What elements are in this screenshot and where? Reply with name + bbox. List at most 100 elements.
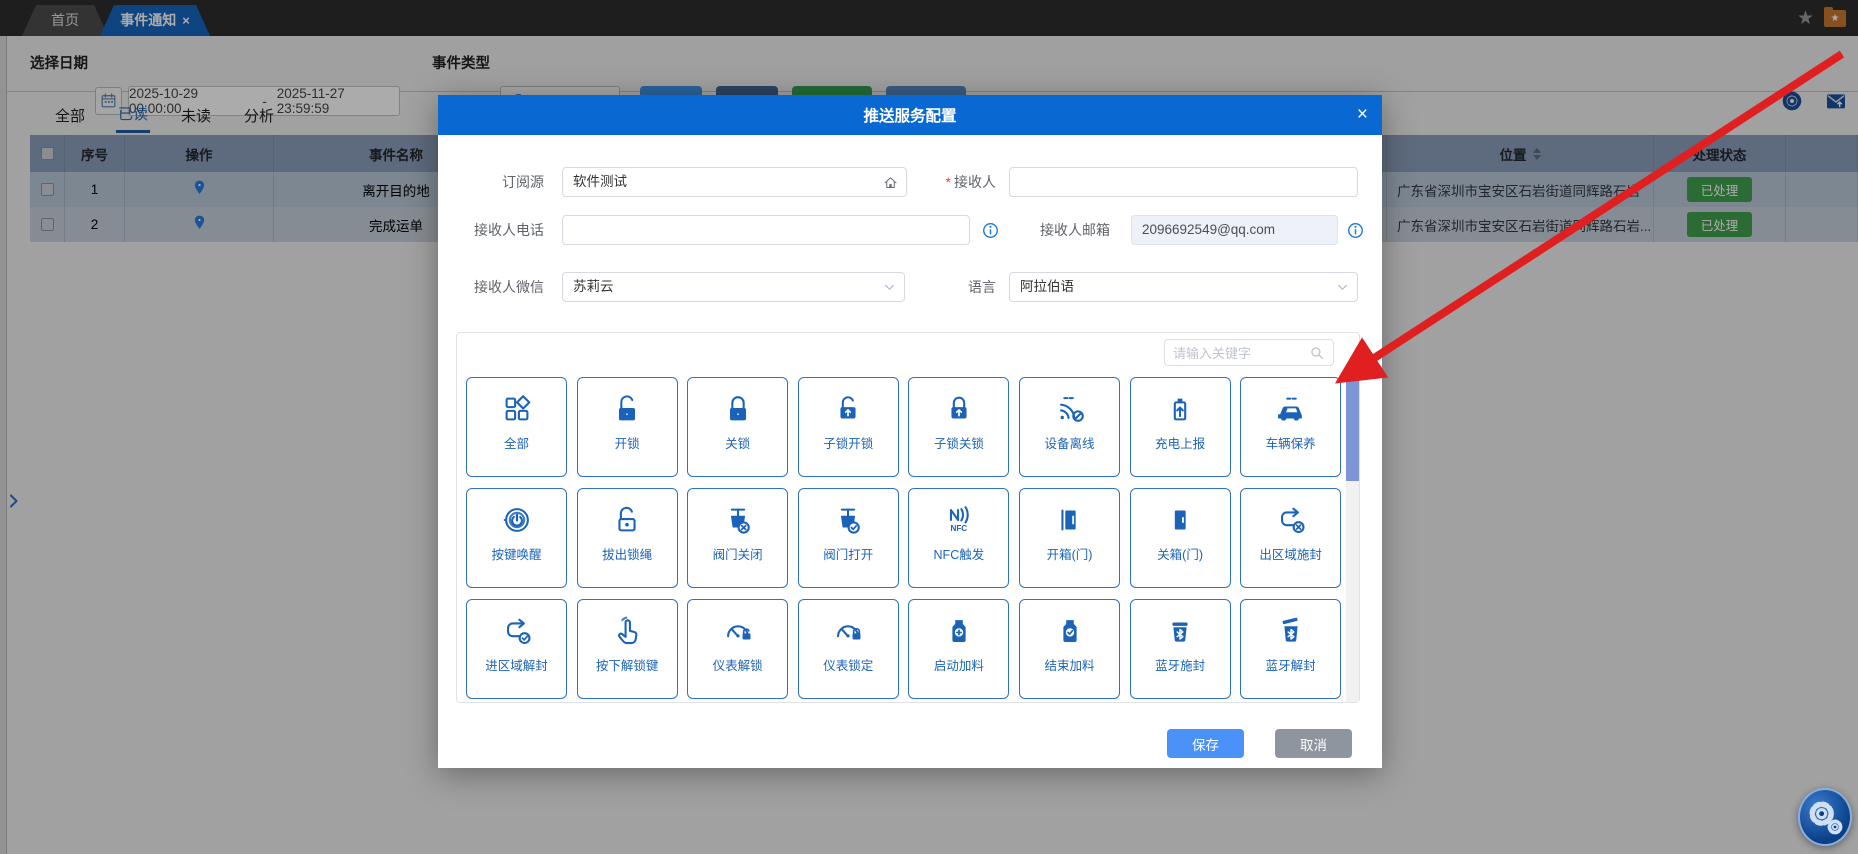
event-type-card[interactable]: 充电上报 xyxy=(1130,377,1231,477)
event-type-card[interactable]: 关箱(门) xyxy=(1130,488,1231,588)
event-type-label: 拔出锁绳 xyxy=(602,544,652,563)
bluetooth-unseal-icon xyxy=(1274,600,1308,648)
sublock-close-icon xyxy=(942,378,976,426)
sublock-open-icon xyxy=(831,378,865,426)
event-type-label: 关锁 xyxy=(725,433,750,452)
floating-settings-button[interactable] xyxy=(1798,788,1852,846)
event-type-label: 开箱(门) xyxy=(1047,544,1093,563)
lock-open-icon xyxy=(610,378,644,426)
bluetooth-seal-icon xyxy=(1163,600,1197,648)
event-type-card[interactable]: 拔出锁绳 xyxy=(577,488,678,588)
source-input[interactable]: 软件测试 xyxy=(562,167,907,197)
event-type-card[interactable]: 结束加料 xyxy=(1019,599,1120,699)
event-type-card[interactable]: 出区域施封 xyxy=(1240,488,1341,588)
event-type-card[interactable]: 子锁关锁 xyxy=(908,377,1009,477)
push-service-config-dialog: 推送服务配置 × 订阅源 软件测试 *接收人 接收人电话 接收人邮箱 20966… xyxy=(438,95,1382,768)
receiver-input[interactable] xyxy=(1009,167,1358,197)
event-type-card[interactable]: 阀门打开 xyxy=(798,488,899,588)
dialog-header: 推送服务配置 × xyxy=(438,95,1382,135)
key-wake-icon xyxy=(500,489,534,537)
wechat-select[interactable]: 苏莉云 xyxy=(562,272,905,302)
event-type-card[interactable]: 阀门关闭 xyxy=(687,488,788,588)
exit-area-seal-icon xyxy=(1274,489,1308,537)
keyword-search-input[interactable]: 请输入关键字 xyxy=(1164,339,1334,366)
event-type-card[interactable]: 启动加料 xyxy=(908,599,1009,699)
panel-scrollbar[interactable] xyxy=(1346,375,1359,702)
box-open-icon xyxy=(1053,489,1087,537)
dialog-title: 推送服务配置 xyxy=(863,104,956,126)
event-type-label: NFC触发 xyxy=(934,544,985,563)
scrollbar-thumb[interactable] xyxy=(1346,377,1359,481)
receiver-label: *接收人 xyxy=(914,167,996,197)
event-type-card[interactable]: 仪表锁定 xyxy=(798,599,899,699)
event-type-label: 仪表锁定 xyxy=(823,655,873,674)
phone-info-icon[interactable] xyxy=(981,221,1000,240)
event-type-label: 出区域施封 xyxy=(1259,544,1322,563)
event-type-card[interactable]: 进区域解封 xyxy=(466,599,567,699)
event-type-label: 进区域解封 xyxy=(485,655,548,674)
event-type-card[interactable]: 开箱(门) xyxy=(1019,488,1120,588)
save-button[interactable]: 保存 xyxy=(1167,729,1244,758)
home-icon[interactable] xyxy=(882,174,899,191)
phone-label: 接收人电话 xyxy=(446,215,544,245)
phone-input[interactable] xyxy=(562,215,970,245)
cancel-button[interactable]: 取消 xyxy=(1275,729,1352,758)
source-label: 订阅源 xyxy=(464,167,544,197)
event-type-label: 子锁关锁 xyxy=(934,433,984,452)
event-type-card[interactable]: NFC NFC触发 xyxy=(908,488,1009,588)
grid-all-icon xyxy=(500,378,534,426)
event-type-card[interactable]: 关锁 xyxy=(687,377,788,477)
event-type-card[interactable]: 蓝牙解封 xyxy=(1240,599,1341,699)
event-type-label: 按下解锁键 xyxy=(596,655,659,674)
press-unlock-icon xyxy=(610,600,644,648)
event-type-card[interactable]: 按键唤醒 xyxy=(466,488,567,588)
event-type-label: 结束加料 xyxy=(1044,655,1094,674)
valve-open-icon xyxy=(831,489,865,537)
event-type-card[interactable]: 按下解锁键 xyxy=(577,599,678,699)
event-type-card[interactable]: 子锁开锁 xyxy=(798,377,899,477)
email-info-icon[interactable] xyxy=(1346,221,1365,240)
device-offline-icon xyxy=(1053,378,1087,426)
double-gear-icon xyxy=(1805,797,1845,837)
vehicle-maintenance-icon xyxy=(1274,378,1308,426)
search-icon[interactable] xyxy=(1309,345,1325,361)
start-feed-icon xyxy=(942,600,976,648)
box-close-icon xyxy=(1163,489,1197,537)
event-type-label: 阀门关闭 xyxy=(713,544,763,563)
meter-lock-icon xyxy=(831,600,865,648)
charge-report-icon xyxy=(1163,378,1197,426)
event-type-card[interactable]: 车辆保养 xyxy=(1240,377,1341,477)
language-select[interactable]: 阿拉伯语 xyxy=(1009,272,1358,302)
event-type-label: 车辆保养 xyxy=(1266,433,1316,452)
event-type-label: 子锁开锁 xyxy=(823,433,873,452)
lock-closed-icon xyxy=(721,378,755,426)
end-feed-icon xyxy=(1053,600,1087,648)
event-type-label: 全部 xyxy=(504,433,529,452)
search-placeholder: 请输入关键字 xyxy=(1173,343,1303,362)
event-type-label: 设备离线 xyxy=(1044,433,1094,452)
svg-text:NFC: NFC xyxy=(950,524,967,533)
valve-close-icon xyxy=(721,489,755,537)
event-type-label: 阀门打开 xyxy=(823,544,873,563)
event-type-card[interactable]: 全部 xyxy=(466,377,567,477)
event-type-label: 启动加料 xyxy=(934,655,984,674)
event-type-label: 开锁 xyxy=(615,433,640,452)
dialog-close-icon[interactable]: × xyxy=(1357,95,1368,135)
email-input[interactable]: 2096692549@qq.com xyxy=(1131,215,1338,245)
rope-pullout-icon xyxy=(610,489,644,537)
event-type-label: 充电上报 xyxy=(1155,433,1205,452)
event-type-label: 仪表解锁 xyxy=(713,655,763,674)
event-type-card[interactable]: 蓝牙施封 xyxy=(1130,599,1231,699)
enter-area-unseal-icon xyxy=(500,600,534,648)
language-label: 语言 xyxy=(920,272,996,302)
event-type-panel: 请输入关键字 全部 开锁 关锁 子锁开锁 子锁关锁 设备离线 充电上报 车辆保养按键唤醒拔出锁… xyxy=(456,332,1360,703)
event-type-card[interactable]: 设备离线 xyxy=(1019,377,1120,477)
wechat-chevron-down-icon[interactable] xyxy=(882,280,897,295)
event-type-label: 蓝牙施封 xyxy=(1155,655,1205,674)
nfc-trigger-icon: NFC xyxy=(942,489,976,537)
event-type-label: 蓝牙解封 xyxy=(1266,655,1316,674)
event-type-card[interactable]: 开锁 xyxy=(577,377,678,477)
meter-unlock-icon xyxy=(721,600,755,648)
language-chevron-down-icon[interactable] xyxy=(1335,280,1350,295)
event-type-card[interactable]: 仪表解锁 xyxy=(687,599,788,699)
